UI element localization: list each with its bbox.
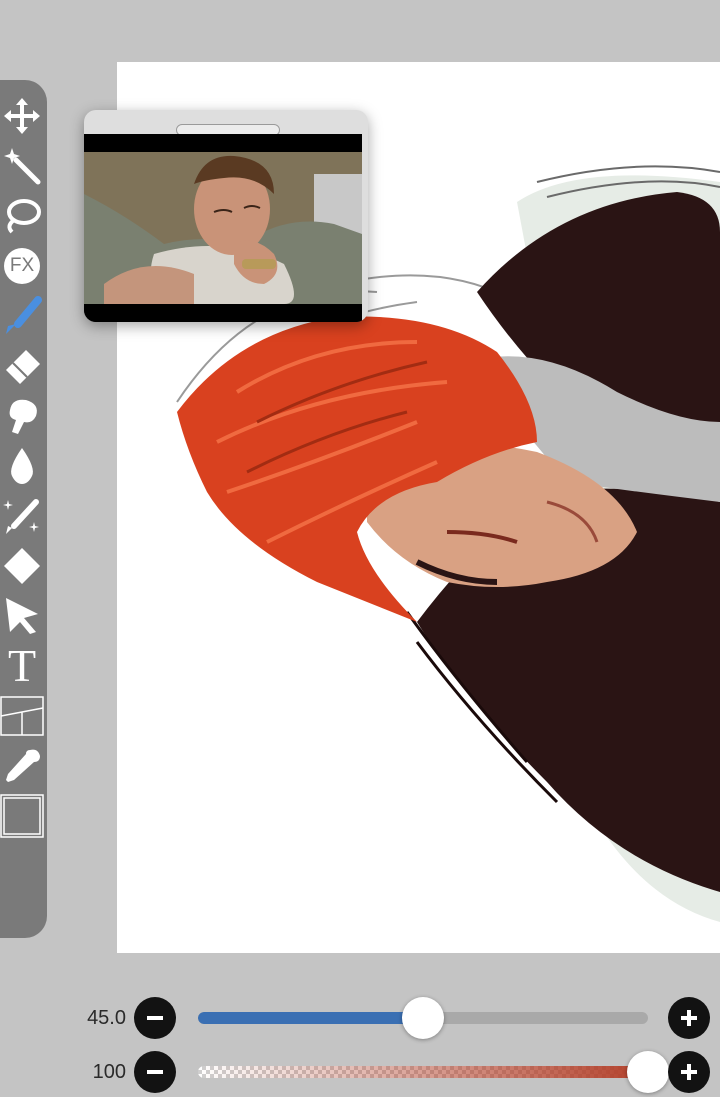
fx-label: FX — [9, 255, 35, 276]
brush-opacity-fill — [198, 1066, 648, 1078]
fill-tool-button[interactable] — [0, 546, 44, 586]
arrow-cursor-icon — [6, 598, 38, 634]
brush-size-value: 45.0 — [87, 1007, 126, 1029]
tool-palette: FX T — [0, 80, 47, 938]
brush-tool-button[interactable] — [0, 296, 44, 336]
brush-opacity-value: 100 — [92, 1061, 126, 1083]
brush-opacity-increase-button[interactable] — [668, 1051, 710, 1093]
eraser-icon — [6, 350, 40, 384]
reference-photo — [84, 134, 362, 322]
frame-tool-button[interactable] — [0, 696, 44, 736]
brush-opacity-thumb[interactable] — [627, 1051, 669, 1093]
smudge-tool-button[interactable] — [0, 396, 44, 436]
brush-size-fill — [198, 1012, 423, 1024]
lasso-icon — [7, 199, 41, 234]
brush-opacity-decrease-button[interactable] — [134, 1051, 176, 1093]
canvas-tool-button[interactable] — [0, 794, 44, 838]
text-icon: T — [7, 640, 37, 691]
magic-wand-tool-button[interactable] — [0, 146, 44, 186]
canvas-icon — [0, 794, 44, 838]
minus-icon — [147, 1070, 163, 1074]
magic-wand-icon — [4, 148, 41, 185]
select-tool-button[interactable] — [0, 596, 44, 636]
plus-icon — [681, 1064, 697, 1080]
brush-size-increase-button[interactable] — [668, 997, 710, 1039]
plus-icon — [681, 1010, 697, 1026]
brush-size-decrease-button[interactable] — [134, 997, 176, 1039]
minus-icon — [147, 1016, 163, 1020]
sparkle-pen-icon — [3, 499, 39, 534]
special-pen-tool-button[interactable] — [0, 496, 44, 536]
brush-size-thumb[interactable] — [402, 997, 444, 1039]
eyedropper-tool-button[interactable] — [0, 746, 44, 786]
eyedropper-icon — [6, 749, 40, 782]
eraser-tool-button[interactable] — [0, 346, 44, 386]
brush-size-slider-row: 45.0 — [0, 993, 720, 1043]
panel-divider-icon — [0, 696, 44, 736]
brush-icon — [6, 296, 42, 334]
fx-tool-button[interactable]: FX — [0, 246, 44, 286]
text-tool-button[interactable]: T — [0, 640, 44, 691]
reference-window[interactable] — [84, 110, 368, 322]
blur-tool-button[interactable] — [0, 446, 44, 486]
move-icon — [4, 98, 40, 134]
brush-opacity-track[interactable] — [198, 1066, 648, 1078]
diamond-icon — [4, 548, 40, 584]
smudge-icon — [9, 399, 37, 434]
lasso-tool-button[interactable] — [0, 196, 44, 236]
move-tool-button[interactable] — [0, 96, 44, 136]
water-drop-icon — [11, 448, 33, 484]
brush-opacity-slider-row: 100 — [0, 1047, 720, 1097]
